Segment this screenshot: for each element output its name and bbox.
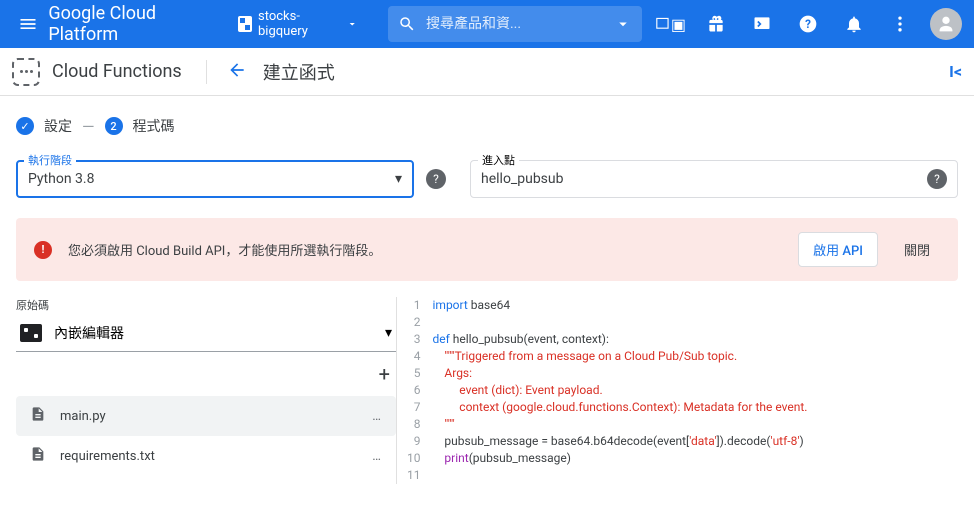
chevron-down-icon <box>346 17 358 31</box>
runtime-help-icon[interactable]: ? <box>426 169 446 189</box>
chevron-down-icon: ▾ <box>395 171 402 187</box>
page-title: 建立函式 <box>263 59 335 85</box>
file-name: main.py <box>60 409 106 424</box>
line-gutter: 1234567891011 <box>399 297 433 484</box>
gift-icon[interactable] <box>700 8 732 40</box>
project-name: stocks-bigquery <box>258 9 340 39</box>
inline-editor-icon <box>20 324 42 342</box>
help-icon[interactable]: ? <box>792 8 824 40</box>
source-value: 內嵌編輯器 <box>54 323 124 343</box>
entrypoint-field: 進入點 hello_pubsub ? <box>470 160 958 198</box>
console-icon[interactable] <box>746 8 778 40</box>
file-more-icon[interactable]: … <box>372 409 382 424</box>
step2-badge: 2 <box>105 117 123 135</box>
entrypoint-help-icon[interactable]: ? <box>927 169 947 189</box>
cloud-shell-icon[interactable]: ▣ <box>654 8 686 40</box>
search-input[interactable] <box>426 16 604 32</box>
project-icon <box>238 16 252 32</box>
error-icon: ! <box>34 241 52 259</box>
sub-header: Cloud Functions 建立函式 I< <box>0 48 974 96</box>
file-icon <box>30 406 46 426</box>
runtime-label: 執行階段 <box>24 152 76 168</box>
hamburger-menu[interactable] <box>12 6 44 42</box>
source-field: 原始碼 內嵌編輯器 ▾ <box>16 297 396 352</box>
code-content[interactable]: import base64 def hello_pubsub(event, co… <box>433 297 808 484</box>
enable-api-button[interactable]: 啟用 API <box>798 232 878 267</box>
file-list: main.py … requirements.txt … <box>16 396 396 476</box>
chevron-down-icon: ▾ <box>385 325 392 341</box>
more-icon[interactable] <box>884 8 916 40</box>
runtime-value: Python 3.8 <box>28 171 94 187</box>
notifications-icon[interactable] <box>838 8 870 40</box>
cloud-build-alert: ! 您必須啟用 Cloud Build API，才能使用所選執行階段。 啟用 A… <box>16 218 958 281</box>
file-item[interactable]: requirements.txt … <box>16 436 396 476</box>
entrypoint-input[interactable]: hello_pubsub ? <box>470 160 958 198</box>
alert-message: 您必須啟用 Cloud Build API，才能使用所選執行階段。 <box>68 240 782 259</box>
entrypoint-value: hello_pubsub <box>481 171 564 187</box>
code-editor[interactable]: 1234567891011 import base64 def hello_pu… <box>396 297 958 484</box>
step-connector: — <box>82 117 95 136</box>
cloud-functions-icon <box>12 58 40 86</box>
collapse-panel-icon[interactable]: I< <box>949 62 962 81</box>
stepper: ✓ 設定 — 2 程式碼 <box>0 96 974 160</box>
add-file-button[interactable]: + <box>379 362 390 386</box>
gcp-logo-text: Google Cloud Platform <box>48 3 211 45</box>
chevron-down-icon[interactable] <box>614 15 632 33</box>
top-header: Google Cloud Platform stocks-bigquery ▣ … <box>0 0 974 48</box>
step1-label: 設定 <box>44 116 72 136</box>
runtime-field: 執行階段 Python 3.8 ▾ ? <box>16 160 446 198</box>
search-icon <box>398 15 416 33</box>
file-item[interactable]: main.py … <box>16 396 396 436</box>
step-complete-icon: ✓ <box>16 117 34 135</box>
search-box[interactable] <box>388 6 642 42</box>
close-alert-button[interactable]: 關閉 <box>894 234 940 265</box>
source-label: 原始碼 <box>16 297 396 313</box>
svg-text:?: ? <box>805 17 811 31</box>
account-avatar[interactable] <box>930 8 962 40</box>
file-icon <box>30 446 46 466</box>
step2-label: 程式碼 <box>133 116 175 136</box>
file-more-icon[interactable]: … <box>372 449 382 464</box>
source-select[interactable]: 內嵌編輯器 ▾ <box>16 317 396 352</box>
entrypoint-label: 進入點 <box>478 152 519 168</box>
file-name: requirements.txt <box>60 449 155 464</box>
project-selector[interactable]: stocks-bigquery <box>228 3 368 45</box>
back-button[interactable] <box>227 60 247 84</box>
divider <box>206 60 207 84</box>
service-title: Cloud Functions <box>52 61 182 82</box>
